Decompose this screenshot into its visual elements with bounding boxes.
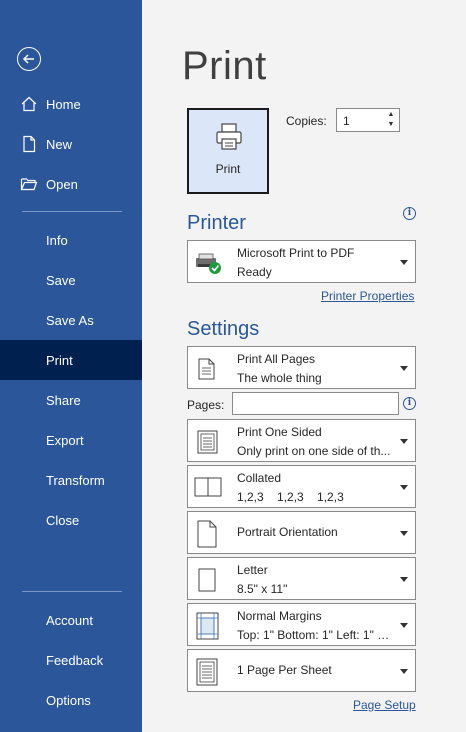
sides-line1: Print One Sided [237, 425, 322, 439]
print-panel: Print Print Copies: 1 ▲ ▼ Printer i Micr… [142, 0, 466, 732]
nav-options-label: Options [46, 692, 91, 708]
nav-print-label: Print [46, 352, 73, 368]
orientation-line1: Portrait Orientation [237, 525, 338, 539]
chevron-down-icon [400, 669, 408, 674]
nav-divider [22, 591, 122, 592]
nav-home-label: Home [46, 96, 81, 112]
one-sided-icon [197, 430, 218, 454]
nav-save[interactable]: Save [0, 260, 142, 300]
paper-size-dropdown[interactable]: Letter 8.5" x 11" [187, 557, 416, 600]
nav-feedback[interactable]: Feedback [0, 640, 142, 680]
back-arrow-icon [22, 54, 34, 64]
nav-share-label: Share [46, 392, 81, 408]
nav-transform-label: Transform [46, 472, 105, 488]
nav-transform[interactable]: Transform [0, 460, 142, 500]
nav-info-label: Info [46, 232, 68, 248]
home-icon [21, 96, 37, 112]
paper-size-icon [198, 568, 216, 592]
nav-account[interactable]: Account [0, 600, 142, 640]
paper-size-line1: Letter [237, 563, 268, 577]
printer-status-icon [196, 253, 221, 274]
orientation-dropdown[interactable]: Portrait Orientation [187, 511, 416, 554]
pages-icon [198, 358, 215, 380]
chevron-down-icon [400, 623, 408, 628]
margins-line2: Top: 1" Bottom: 1" Left: 1" Ri... [237, 628, 397, 642]
page-setup-link[interactable]: Page Setup [353, 698, 416, 712]
pages-input[interactable] [232, 392, 399, 415]
nav-close[interactable]: Close [0, 500, 142, 540]
printer-heading: Printer [187, 212, 246, 234]
pages-per-sheet-icon [196, 658, 218, 686]
back-button[interactable] [17, 47, 41, 71]
spin-down-icon[interactable]: ▼ [386, 120, 396, 130]
nav-export-label: Export [46, 432, 84, 448]
nav-save-as[interactable]: Save As [0, 300, 142, 340]
chevron-down-icon [400, 577, 408, 582]
collation-line2: 1,2,3 1,2,3 1,2,3 [237, 490, 344, 504]
sides-line2: Only print on one side of th... [237, 444, 391, 458]
chevron-down-icon [400, 485, 408, 490]
nav-open-label: Open [46, 176, 78, 192]
copies-label: Copies: [286, 114, 327, 128]
print-range-line1: Print All Pages [237, 352, 316, 366]
nav-export[interactable]: Export [0, 420, 142, 460]
collation-line1: Collated [237, 471, 282, 485]
print-button[interactable]: Print [187, 108, 269, 194]
nav-save-label: Save [46, 272, 76, 288]
nav-new-label: New [46, 136, 73, 152]
nav-close-label: Close [46, 512, 80, 528]
nav-info[interactable]: Info [0, 220, 142, 260]
nav-open[interactable]: Open [0, 164, 142, 204]
pages-label: Pages: [187, 398, 225, 412]
pages-per-sheet-dropdown[interactable]: 1 Page Per Sheet [187, 649, 416, 692]
printer-icon [216, 123, 242, 150]
margins-icon [196, 612, 219, 640]
nav-share[interactable]: Share [0, 380, 142, 420]
copies-value: 1 [343, 114, 350, 128]
printer-properties-link[interactable]: Printer Properties [321, 289, 414, 303]
print-range-line2: The whole thing [237, 371, 322, 385]
paper-size-line2: 8.5" x 11" [237, 582, 288, 596]
printer-name: Microsoft Print to PDF [237, 246, 355, 260]
print-range-dropdown[interactable]: Print All Pages The whole thing [187, 346, 416, 389]
nav-divider [22, 211, 122, 212]
nav-options[interactable]: Options [0, 680, 142, 720]
pages-per-sheet-line1: 1 Page Per Sheet [237, 663, 332, 677]
info-icon[interactable]: i [403, 207, 416, 220]
chevron-down-icon [400, 366, 408, 371]
chevron-down-icon [400, 531, 408, 536]
backstage-sidebar: Home New Open Info Save Save As Print Sh… [0, 0, 142, 732]
printer-status: Ready [237, 265, 272, 279]
nav-print[interactable]: Print [0, 340, 142, 380]
margins-dropdown[interactable]: Normal Margins Top: 1" Bottom: 1" Left: … [187, 603, 416, 646]
nav-home[interactable]: Home [0, 84, 142, 124]
settings-heading: Settings [187, 318, 260, 340]
new-document-icon [23, 135, 36, 153]
info-icon[interactable]: i [403, 397, 416, 410]
open-folder-icon [20, 178, 38, 191]
sides-dropdown[interactable]: Print One Sided Only print on one side o… [187, 419, 416, 462]
portrait-icon [197, 520, 217, 548]
chevron-down-icon [400, 260, 408, 265]
margins-line1: Normal Margins [237, 609, 322, 623]
chevron-down-icon [400, 439, 408, 444]
printer-dropdown[interactable]: Microsoft Print to PDF Ready [187, 240, 416, 283]
nav-account-label: Account [46, 612, 93, 628]
nav-save-as-label: Save As [46, 312, 94, 328]
collated-icon [194, 477, 222, 497]
print-button-label: Print [215, 162, 241, 176]
nav-feedback-label: Feedback [46, 652, 104, 668]
copies-stepper[interactable]: 1 ▲ ▼ [336, 108, 400, 132]
page-title: Print [182, 44, 267, 88]
spin-up-icon[interactable]: ▲ [386, 110, 396, 120]
nav-new[interactable]: New [0, 124, 142, 164]
collation-dropdown[interactable]: Collated 1,2,3 1,2,3 1,2,3 [187, 465, 416, 508]
